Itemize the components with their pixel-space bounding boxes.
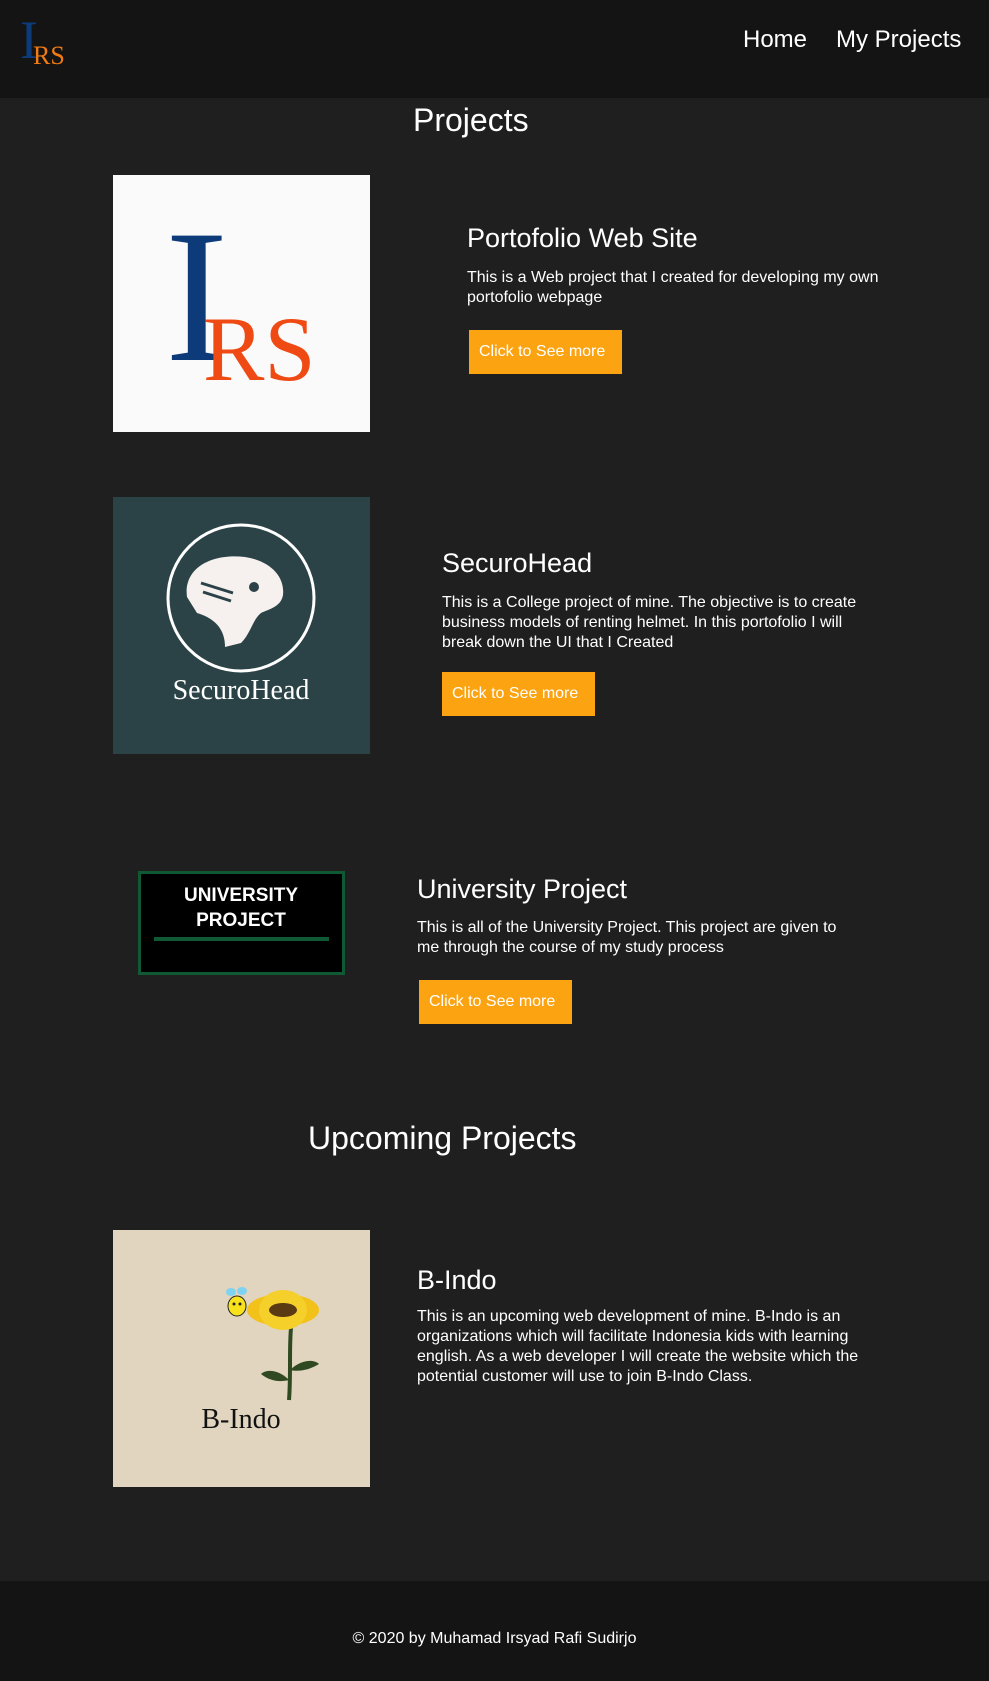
project-title: University Project xyxy=(417,874,628,904)
upcoming-description: This is an upcoming web development of m… xyxy=(417,1308,859,1385)
footer-copyright: © 2020 by Muhamad Irsyad Rafi Sudirjo xyxy=(352,1630,637,1647)
university-line-2: PROJECT xyxy=(196,910,286,931)
nav-my-projects-link[interactable]: My Projects xyxy=(836,26,961,54)
securohead-thumbnail: SecuroHead xyxy=(113,497,370,754)
portfolio-thumbnail: I RS xyxy=(113,175,370,432)
university-thumbnail: UNIVERSITY PROJECT xyxy=(138,871,345,975)
navbar: I RS Home My Projects xyxy=(0,0,989,98)
project-description: This is a College project of mine. The o… xyxy=(442,594,857,651)
bindo-caption: B-Indo xyxy=(201,1404,280,1435)
securohead-see-more-button[interactable]: Click to See more xyxy=(442,672,595,716)
portfolio-see-more-button[interactable]: Click to See more xyxy=(469,330,622,374)
projects-heading: Projects xyxy=(413,102,529,138)
project-title: Portofolio Web Site xyxy=(467,223,698,253)
securohead-caption: SecuroHead xyxy=(173,675,310,706)
project-description: This is all of the University Project. T… xyxy=(417,919,837,956)
upcoming-projects-heading: Upcoming Projects xyxy=(308,1120,577,1156)
project-description: This is a Web project that I created for… xyxy=(467,269,879,306)
university-see-more-button[interactable]: Click to See more xyxy=(419,980,572,1024)
brand-logo[interactable]: I RS xyxy=(20,10,80,70)
logo-letters-rs: RS xyxy=(33,41,65,66)
thumb-letters-rs: RS xyxy=(203,298,316,400)
university-line-1: UNIVERSITY xyxy=(184,885,298,906)
upcoming-title: B-Indo xyxy=(417,1265,497,1295)
bindo-thumbnail: B-Indo xyxy=(113,1230,370,1487)
nav-home-link[interactable]: Home xyxy=(743,26,807,54)
footer: © 2020 by Muhamad Irsyad Rafi Sudirjo xyxy=(0,1581,989,1681)
project-title: SecuroHead xyxy=(442,548,593,578)
